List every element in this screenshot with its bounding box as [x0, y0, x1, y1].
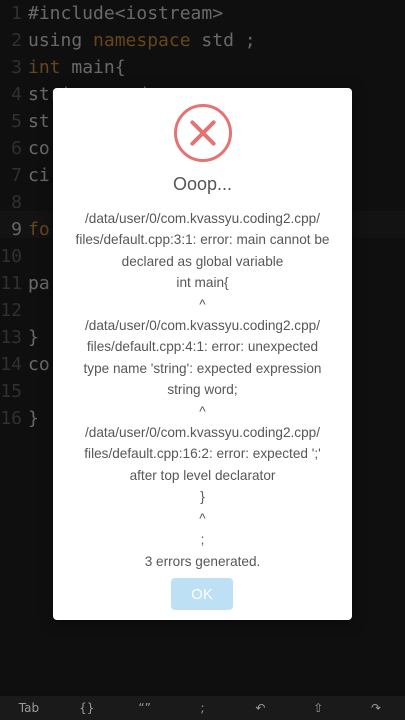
message-line: string word;: [167, 382, 238, 398]
message-line: /data/user/0/com.kvassyu.coding2.cpp/: [85, 318, 320, 334]
ok-button[interactable]: OK: [171, 578, 233, 610]
message-line: declared as global variable: [121, 253, 284, 269]
message-line: 3 errors generated.: [144, 553, 261, 569]
redo-key[interactable]: ↷: [347, 701, 405, 715]
message-line: /data/user/0/com.kvassyu.coding2.cpp/: [85, 211, 320, 226]
quotes-key[interactable]: “”: [116, 701, 174, 715]
message-line: ^: [199, 403, 206, 419]
shift-key[interactable]: ⇧: [289, 701, 347, 715]
message-line: int main{: [176, 275, 229, 291]
symbol-key-bar: Tab{} “”; ↶ ⇧ ↷: [0, 696, 405, 720]
message-line: after top level declarator: [129, 467, 276, 483]
message-line: }: [200, 489, 205, 505]
braces-key[interactable]: {}: [58, 701, 116, 715]
message-line: ;: [200, 532, 205, 548]
message-line: files/default.cpp:16:2: error: expected …: [84, 446, 321, 462]
message-line: ^: [199, 296, 206, 312]
undo-key[interactable]: ↶: [231, 701, 289, 715]
message-line: type name 'string': expected expression: [83, 360, 322, 376]
dialog-message: /data/user/0/com.kvassyu.coding2.cpp/fil…: [63, 208, 342, 572]
error-dialog: Ooop... /data/user/0/com.kvassyu.coding2…: [53, 88, 352, 620]
semicolon-key[interactable]: ;: [174, 701, 232, 715]
message-line: ^: [199, 510, 206, 526]
dialog-title: Ooop...: [172, 174, 233, 194]
message-line: files/default.cpp:4:1: error: unexpected: [86, 339, 319, 355]
error-x-icon: [174, 104, 232, 162]
message-line: files/default.cpp:3:1: error: main canno…: [75, 232, 330, 248]
tab-key[interactable]: Tab: [0, 701, 58, 715]
message-line: /data/user/0/com.kvassyu.coding2.cpp/: [85, 425, 320, 441]
